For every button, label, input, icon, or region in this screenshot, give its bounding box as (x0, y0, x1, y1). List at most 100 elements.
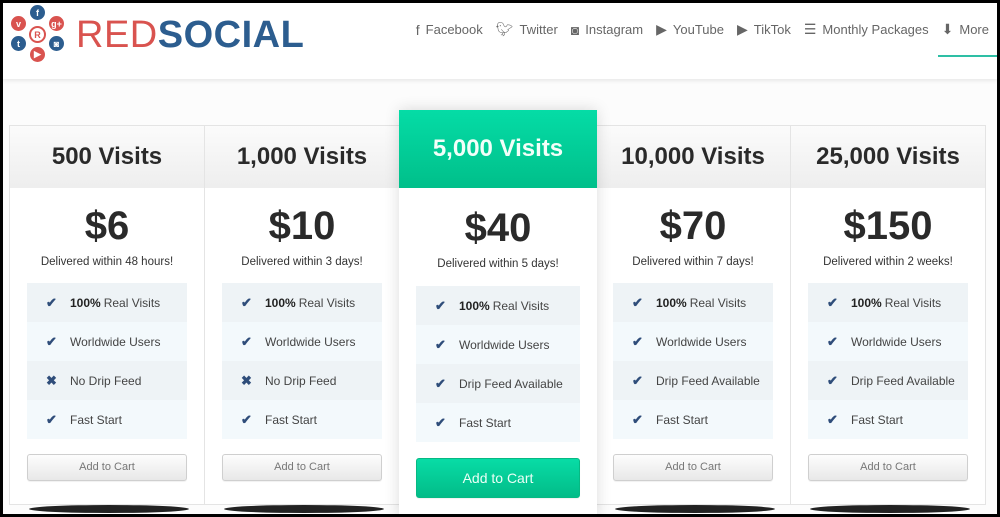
feature-text: Fast Start (265, 412, 318, 427)
nav-instagram[interactable]: ◙ Instagram (571, 22, 643, 38)
add-to-cart-button[interactable]: Add to Cart (222, 454, 382, 481)
pricing-plan: 25,000 Visits $150 Delivered within 2 week… (790, 125, 986, 505)
add-to-cart-button[interactable]: Add to Cart (416, 458, 580, 498)
feature-item: ✔ Fast Start (416, 403, 580, 442)
plan-delivery: Delivered within 3 days! (241, 256, 363, 268)
plan-title: 25,000 Visits (791, 126, 985, 188)
page: f v g+ t ◙ ▶ R REDSOCIAL f Facebook 🐦︎ Twi… (3, 3, 997, 514)
feature-text: Fast Start (656, 412, 709, 427)
logo-r-icon: R (29, 26, 46, 43)
feature-text: Fast Start (459, 415, 512, 430)
feature-item: ✔ 100% Real Visits (808, 283, 968, 322)
nav-youtube[interactable]: ▶ YouTube (656, 21, 724, 38)
logo-text-red: RED (76, 14, 158, 56)
logo-text-blue: SOCIAL (157, 14, 305, 56)
nav-twitter[interactable]: 🐦︎ Twitter (496, 21, 558, 38)
check-icon: ✔ (241, 294, 252, 310)
feature-item: ✔ Drip Feed Available (808, 361, 968, 400)
nav-monthly-packages[interactable]: ☰ Monthly Packages (804, 21, 929, 38)
plan-delivery: Delivered within 48 hours! (40, 256, 174, 268)
plan-price: $6 (84, 204, 130, 248)
plan-price: $150 (843, 204, 933, 248)
feature-list: ✔ 100% Real Visits ✔ Worldwide Users ✖ No Drip… (27, 283, 187, 439)
active-underline (937, 55, 997, 57)
feature-text: Fast Start (851, 412, 904, 427)
nav-label: Facebook (425, 22, 483, 37)
youtube-circle-icon: ▶ (30, 47, 45, 62)
logo-mark-icon: f v g+ t ◙ ▶ R (8, 5, 68, 65)
feature-item: ✔ Fast Start (222, 400, 382, 439)
feature-item: ✔ 100% Real Visits (613, 283, 773, 322)
feature-item: ✔ Worldwide Users (808, 322, 968, 361)
feature-text: Real Visits (298, 295, 356, 310)
logo[interactable]: f v g+ t ◙ ▶ R REDSOCIAL (8, 5, 304, 65)
plan-delivery: Delivered within 5 days! (437, 258, 559, 270)
feature-text: No Drip Feed (70, 373, 142, 388)
feature-item: ✔ Fast Start (27, 400, 187, 439)
card-shadow (224, 505, 384, 513)
nav-facebook[interactable]: f Facebook (416, 22, 483, 38)
feature-list: ✔ 100% Real Visits ✔ Worldwide Users ✖ No Drip… (222, 283, 382, 439)
plan-delivery: Delivered within 7 days! (632, 256, 754, 268)
site-header: f v g+ t ◙ ▶ R REDSOCIAL f Facebook 🐦︎ Twi… (3, 3, 997, 79)
add-to-cart-button[interactable]: Add to Cart (27, 454, 187, 481)
feature-item: ✔ 100% Real Visits (416, 286, 580, 325)
pricing-table: 500 Visits $6 Delivered within 48 hours! ✔ 1… (9, 110, 989, 514)
feature-item: ✔ Worldwide Users (222, 322, 382, 361)
plan-price: $10 (268, 204, 336, 248)
feature-item: ✔ Worldwide Users (27, 322, 187, 361)
twitter-circle-icon: t (11, 36, 26, 51)
check-icon: ✔ (632, 333, 643, 349)
feature-item: ✔ Worldwide Users (613, 322, 773, 361)
plan-price: $40 (464, 206, 532, 250)
check-icon: ✔ (241, 411, 252, 427)
card-shadow (810, 505, 970, 513)
feature-text: Worldwide Users (70, 334, 161, 349)
feature-item: ✖ No Drip Feed (27, 361, 187, 400)
nav-tiktok[interactable]: ▶ TikTok (737, 21, 791, 38)
feature-item: ✔ Drip Feed Available (416, 364, 580, 403)
add-to-cart-button[interactable]: Add to Cart (613, 454, 773, 481)
feature-list: ✔ 100% Real Visits ✔ Worldwide Users ✔ Drip Fe… (416, 286, 580, 442)
check-icon: ✔ (827, 372, 838, 388)
check-icon: ✔ (435, 375, 446, 391)
nav-more[interactable]: ⬇︎ More (937, 21, 997, 57)
feature-text: Drip Feed Available (851, 373, 955, 388)
facebook-icon: f (415, 21, 420, 38)
feature-list: ✔ 100% Real Visits ✔ Worldwide Users ✔ Drip Fe… (613, 283, 773, 439)
check-icon: ✔ (632, 411, 643, 427)
check-icon: ✔ (241, 333, 252, 349)
check-icon: ✔ (827, 294, 838, 310)
feature-highlight: 100% (851, 295, 882, 310)
googleplus-circle-icon: g+ (49, 16, 64, 31)
feature-text: Real Visits (884, 295, 942, 310)
feature-item: ✔ 100% Real Visits (222, 283, 382, 322)
card-shadow (615, 505, 775, 513)
check-icon: ✔ (827, 333, 838, 349)
pricing-plan: 500 Visits $6 Delivered within 48 hours! ✔ 1… (9, 125, 205, 505)
feature-item: ✖ No Drip Feed (222, 361, 382, 400)
feature-highlight: 100% (265, 295, 296, 310)
check-icon: ✔ (827, 411, 838, 427)
pricing-plan: 1,000 Visits $10 Delivered within 3 days! ✔… (204, 125, 400, 505)
nav-label: More (959, 22, 989, 37)
feature-text: No Drip Feed (265, 373, 337, 388)
check-icon: ✔ (435, 414, 446, 430)
instagram-circle-icon: ◙ (49, 36, 64, 51)
feature-text: Real Visits (103, 295, 161, 310)
play-icon: ▶ (736, 21, 748, 37)
plan-title: 5,000 Visits (399, 110, 597, 188)
feature-text: Worldwide Users (851, 334, 942, 349)
feature-item: ✔ Drip Feed Available (613, 361, 773, 400)
plan-title: 500 Visits (10, 126, 204, 188)
feature-item: ✔ Fast Start (808, 400, 968, 439)
feature-text: Worldwide Users (459, 337, 550, 352)
list-icon: ☰ (803, 21, 817, 37)
vine-circle-icon: v (11, 16, 26, 31)
twitter-icon: 🐦︎ (495, 21, 514, 37)
plan-title: 10,000 Visits (596, 126, 790, 188)
feature-highlight: 100% (70, 295, 101, 310)
add-to-cart-button[interactable]: Add to Cart (808, 454, 968, 481)
logo-text: REDSOCIAL (76, 16, 304, 54)
check-icon: ✔ (632, 294, 643, 310)
